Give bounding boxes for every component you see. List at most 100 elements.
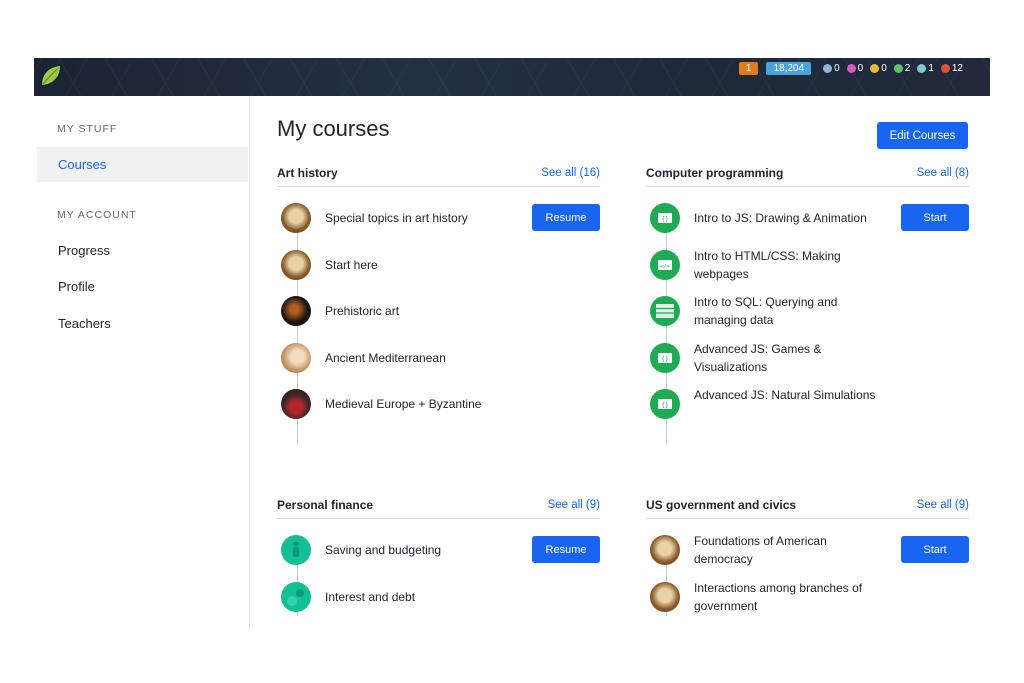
edit-courses-button[interactable]: Edit Courses bbox=[877, 122, 968, 149]
energy-points-badge[interactable]: 18,204 bbox=[766, 62, 812, 75]
earth-badge-icon bbox=[870, 64, 880, 73]
divider bbox=[646, 186, 969, 187]
start-button[interactable]: Start bbox=[901, 204, 969, 231]
course-title: Saving and budgeting bbox=[325, 543, 442, 557]
meteorite-badge-count[interactable]: 0 bbox=[823, 63, 840, 74]
code-window-icon: {} bbox=[650, 343, 680, 373]
page-title: My courses bbox=[277, 116, 390, 141]
course-section-us-government: US government and civics See all (9) Fou… bbox=[646, 498, 969, 628]
art-thumbnail-icon bbox=[281, 203, 311, 233]
list-item[interactable]: {} Advanced JS: Natural Simulations bbox=[646, 386, 969, 422]
government-thumbnail-icon bbox=[650, 535, 680, 565]
list-item[interactable]: Special topics in art history Resume bbox=[277, 200, 600, 236]
course-section-computer-programming: Computer programming See all (8) {} Intr… bbox=[646, 166, 969, 456]
sidebar-item-label: Courses bbox=[58, 157, 107, 172]
coins-icon bbox=[281, 582, 311, 612]
course-title: Intro to JS: Drawing & Animation bbox=[694, 211, 867, 225]
badge-count: 0 bbox=[834, 63, 840, 74]
moon-badge-count[interactable]: 0 bbox=[846, 63, 864, 74]
code-window-icon: {} bbox=[650, 203, 680, 233]
sidebar-item-courses[interactable]: Courses bbox=[37, 147, 248, 182]
main-content: My courses Edit Courses Art history See … bbox=[250, 96, 990, 628]
badge-count: 1 bbox=[928, 63, 934, 74]
art-thumbnail-icon bbox=[281, 250, 311, 280]
course-title: Prehistoric art bbox=[325, 304, 400, 318]
course-title: Advanced JS: Natural Simulations bbox=[694, 388, 876, 402]
list-item[interactable]: Intro to SQL: Querying and managing data bbox=[646, 293, 969, 329]
list-item[interactable]: Ancient Mediterranean bbox=[277, 340, 600, 376]
course-title: Intro to HTML/CSS: Making webpages bbox=[694, 249, 841, 281]
see-all-link[interactable]: See all (9) bbox=[548, 499, 600, 511]
earth-badge-count[interactable]: 0 bbox=[870, 63, 887, 74]
list-item[interactable]: Start here bbox=[277, 247, 600, 283]
ancient-art-icon bbox=[281, 343, 311, 373]
list-item[interactable]: Saving and budgeting Resume bbox=[277, 532, 600, 568]
list-item[interactable]: {} Advanced JS: Games & Visualizations bbox=[646, 340, 969, 376]
course-title: Interactions among branches of governmen… bbox=[694, 581, 863, 613]
badge-count: 12 bbox=[951, 63, 963, 74]
start-button[interactable]: Start bbox=[901, 536, 969, 563]
moon-badge-icon bbox=[846, 64, 856, 73]
list-item[interactable]: Foundations of American democracy Start bbox=[646, 532, 969, 568]
prehistoric-art-icon bbox=[281, 296, 311, 326]
leaf-logo-icon[interactable] bbox=[38, 63, 64, 89]
resume-button[interactable]: Resume bbox=[532, 536, 600, 563]
list-item[interactable]: Interest and debt bbox=[277, 579, 600, 615]
list-item[interactable]: </> Intro to HTML/CSS: Making webpages bbox=[646, 247, 969, 283]
sidebar-item-teachers[interactable]: Teachers bbox=[58, 316, 111, 331]
government-thumbnail-icon bbox=[650, 582, 680, 612]
black-hole-badge-icon bbox=[917, 64, 927, 73]
sun-badge-count[interactable]: 2 bbox=[893, 63, 911, 74]
divider bbox=[277, 518, 600, 519]
top-bar: 1 18,204 0 0 0 2 1 12 bbox=[34, 58, 990, 96]
list-item[interactable]: Prehistoric art bbox=[277, 293, 600, 329]
see-all-link[interactable]: See all (9) bbox=[917, 499, 969, 511]
meteorite-badge-icon bbox=[823, 64, 833, 73]
course-title: Intro to SQL: Querying and managing data bbox=[694, 295, 838, 327]
svg-text:</>: </> bbox=[660, 264, 669, 270]
list-item[interactable]: Medieval Europe + Byzantine bbox=[277, 386, 600, 422]
html-code-icon: </> bbox=[650, 250, 680, 280]
svg-text:{}: {} bbox=[661, 356, 668, 363]
challenge-patch-count[interactable]: 12 bbox=[940, 63, 963, 74]
see-all-link[interactable]: See all (16) bbox=[541, 167, 600, 179]
divider bbox=[277, 186, 600, 187]
badge-count: 0 bbox=[857, 63, 864, 74]
challenge-patch-icon bbox=[940, 64, 950, 73]
list-item[interactable]: Interactions among branches of governmen… bbox=[646, 579, 969, 615]
course-title: Advanced JS: Games & Visualizations bbox=[694, 342, 822, 374]
course-title: Ancient Mediterranean bbox=[325, 351, 446, 365]
medieval-art-icon bbox=[281, 389, 311, 419]
course-title: Special topics in art history bbox=[325, 211, 468, 225]
section-title[interactable]: Art history bbox=[277, 166, 338, 180]
list-item[interactable]: {} Intro to JS: Drawing & Animation Star… bbox=[646, 200, 969, 236]
piggy-bank-icon bbox=[281, 535, 311, 565]
sidebar-item-progress[interactable]: Progress bbox=[58, 243, 110, 258]
streak-badge[interactable]: 1 bbox=[738, 62, 759, 75]
database-table-icon bbox=[650, 296, 680, 326]
section-title[interactable]: Personal finance bbox=[277, 498, 373, 512]
app-window: 1 18,204 0 0 0 2 1 12 MY STUFF Courses M… bbox=[34, 58, 990, 628]
course-section-personal-finance: Personal finance See all (9) Saving and … bbox=[277, 498, 600, 628]
section-title[interactable]: Computer programming bbox=[646, 166, 783, 180]
user-stats: 1 18,204 0 0 0 2 1 12 bbox=[738, 62, 966, 75]
code-window-icon: {} bbox=[650, 389, 680, 419]
sun-badge-icon bbox=[893, 64, 903, 73]
course-title: Start here bbox=[325, 258, 378, 272]
see-all-link[interactable]: See all (8) bbox=[917, 167, 969, 179]
course-title: Interest and debt bbox=[325, 590, 416, 604]
svg-text:{}: {} bbox=[661, 402, 668, 409]
svg-text:{}: {} bbox=[661, 216, 668, 223]
course-section-art-history: Art history See all (16) Special topics … bbox=[277, 166, 600, 456]
my-account-heading: MY ACCOUNT bbox=[57, 209, 137, 221]
section-title[interactable]: US government and civics bbox=[646, 498, 796, 512]
badge-count: 0 bbox=[881, 63, 887, 74]
badge-count: 2 bbox=[904, 63, 911, 74]
sidebar-item-profile[interactable]: Profile bbox=[58, 279, 95, 294]
my-stuff-heading: MY STUFF bbox=[57, 123, 118, 135]
course-title: Medieval Europe + Byzantine bbox=[325, 397, 482, 411]
black-hole-badge-count[interactable]: 1 bbox=[917, 63, 934, 74]
course-title: Foundations of American democracy bbox=[694, 534, 827, 566]
resume-button[interactable]: Resume bbox=[532, 204, 600, 231]
sidebar: MY STUFF Courses MY ACCOUNT Progress Pro… bbox=[34, 96, 250, 628]
